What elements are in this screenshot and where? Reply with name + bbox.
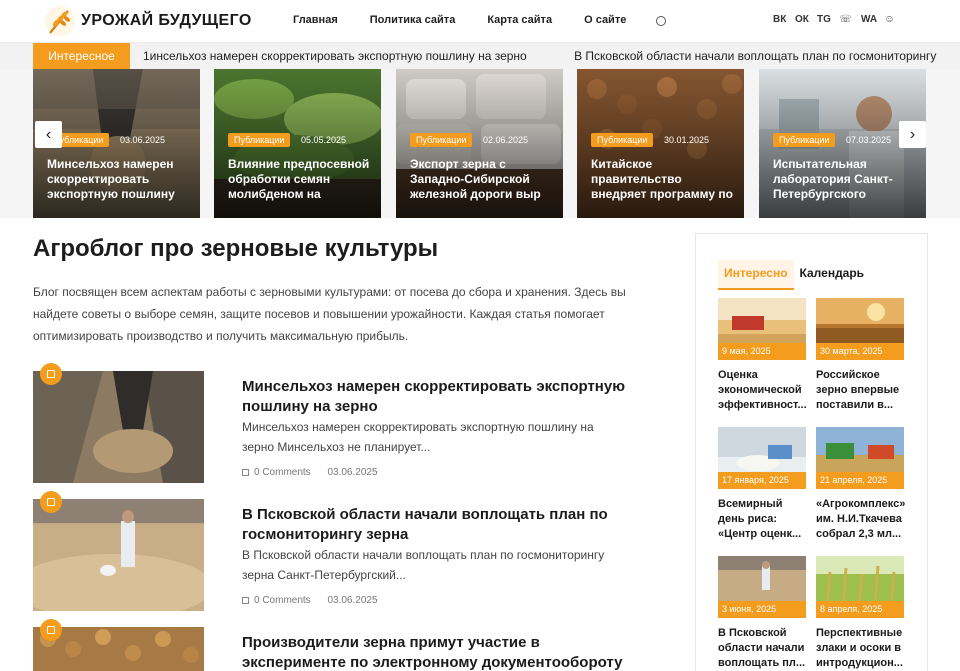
slide-card[interactable]: Публикации 02.06.2025 Экспорт зерна с За… (396, 69, 563, 218)
post-meta: 0 Comments 03.06.2025 (242, 467, 378, 478)
ticker-item[interactable]: 1инсельхоз намерен скорректировать экспо… (143, 49, 527, 63)
viber-icon[interactable]: ☏ (839, 14, 852, 25)
slide-date: 05.05.2025 (301, 135, 347, 145)
post-excerpt: В Псковской области начали воплощать пла… (242, 548, 605, 582)
slide-title[interactable]: Китайское правительство внедряет програм… (591, 157, 736, 202)
slide-category[interactable]: Публикации (410, 133, 473, 147)
tab-interesting[interactable]: Интересно (718, 260, 794, 290)
slide-title[interactable]: Экспорт зерна с Западно-Сибирской железн… (410, 157, 555, 202)
card-title[interactable]: Российское зерно впервые поставили в... (816, 368, 906, 413)
sidebar-tabs: Интересно Календарь (718, 260, 870, 290)
card-title[interactable]: В Псковской области начали воплощать пл.… (718, 626, 808, 671)
card-title[interactable]: «Агрокомплекс» им. Н.И.Ткачева собрал 2,… (816, 497, 906, 542)
slide-card[interactable]: Публикации 30.01.2025 Китайское правител… (577, 69, 744, 218)
social-links: ВК ОК TG ☏ WA ☺ (773, 14, 896, 25)
news-ticker: Интересное 1инсельхоз намерен скорректир… (0, 43, 960, 69)
card-date: 3 июня, 2025 (718, 601, 806, 618)
comment-icon (242, 597, 249, 604)
post-date: 03.06.2025 (327, 595, 378, 606)
nav-item-policy[interactable]: Политика сайта (370, 14, 456, 26)
vk-icon[interactable]: ВК (773, 14, 786, 25)
slide-category[interactable]: Публикации (773, 133, 836, 147)
card-date: 8 апреля, 2025 (816, 601, 904, 618)
site-name: УРОЖАЙ БУДУЩЕГО (81, 12, 252, 29)
post-format-icon (40, 619, 62, 641)
search-icon[interactable] (656, 16, 667, 26)
slide-category[interactable]: Публикации (591, 133, 654, 147)
nav-item-home[interactable]: Главная (293, 14, 338, 26)
ticker-label: Интересное (33, 43, 130, 69)
card-title[interactable]: Оценка экономической эффективност... (718, 368, 808, 413)
post-thumbnail[interactable] (33, 371, 204, 483)
post-excerpt: Минсельхоз намерен скорректировать экспо… (242, 420, 594, 454)
slide-category[interactable]: Публикации (228, 133, 291, 147)
odnoklassniki-icon[interactable]: ОК (795, 14, 809, 25)
page-intro: Блог посвящен всем аспектам работы с зер… (33, 285, 626, 343)
post-format-icon (40, 363, 62, 385)
wheat-logo-icon (45, 6, 75, 36)
slide-title[interactable]: Испытательная лаборатория Санкт-Петербур… (773, 157, 918, 202)
slide-date: 02.06.2025 (483, 135, 529, 145)
tab-calendar[interactable]: Календарь (794, 260, 871, 290)
card-date: 17 января, 2025 (718, 472, 806, 489)
post-comments[interactable]: 0 Comments (254, 595, 311, 606)
slide-date: 07.03.2025 (846, 135, 892, 145)
site-logo[interactable]: УРОЖАЙ БУДУЩЕГО (44, 5, 252, 37)
featured-slider: Публикации 03.06.2025 Минсельхоз намерен… (0, 69, 960, 218)
nav-item-sitemap[interactable]: Карта сайта (487, 14, 552, 26)
slide-date: 30.01.2025 (664, 135, 710, 145)
post-title[interactable]: Производители зерна примут участие в экс… (242, 633, 642, 671)
page-title: Агроблог про зерновые культуры (33, 235, 439, 262)
ticker-item[interactable]: В Псковской области начали воплощать пла… (574, 49, 936, 63)
whatsapp-icon[interactable]: WA (861, 14, 877, 25)
slide-title[interactable]: Влияние предпосевной обработки семян мол… (228, 157, 373, 202)
comment-icon (242, 469, 249, 476)
card-date: 21 апреля, 2025 (816, 472, 904, 489)
post-comments[interactable]: 0 Comments (254, 467, 311, 478)
post-title[interactable]: В Псковской области начали воплощать пла… (242, 505, 642, 545)
yandex-zen-icon[interactable]: ☺ (883, 14, 896, 25)
main-nav: Главная Политика сайта Карта сайта О сай… (293, 14, 698, 26)
ticker-items: 1инсельхоз намерен скорректировать экспо… (143, 43, 960, 69)
post-meta: 0 Comments 03.06.2025 (242, 595, 378, 606)
nav-item-about[interactable]: О сайте (584, 14, 626, 26)
post-thumbnail[interactable] (33, 499, 204, 611)
card-title[interactable]: Перспективные злаки и осоки в интродукци… (816, 626, 906, 671)
slide-card[interactable]: Публикации 05.05.2025 Влияние предпосевн… (214, 69, 381, 218)
site-header: УРОЖАЙ БУДУЩЕГО Главная Политика сайта К… (0, 0, 960, 43)
telegram-icon[interactable]: TG (817, 14, 831, 25)
card-date: 9 мая, 2025 (718, 343, 806, 360)
slider-next-button[interactable]: › (899, 121, 926, 148)
post-format-icon (40, 491, 62, 513)
post-title[interactable]: Минсельхоз намерен скорректировать экспо… (242, 377, 642, 417)
slide-date: 03.06.2025 (120, 135, 166, 145)
card-date: 30 марта, 2025 (816, 343, 904, 360)
card-title[interactable]: Всемирный день риса: «Центр оценк... (718, 497, 808, 542)
sidebar-widget: Интересно Календарь 9 мая, 2025 Оценка э… (695, 233, 928, 671)
slider-prev-button[interactable]: ‹ (35, 121, 62, 148)
slide-title[interactable]: Минсельхоз намерен скорректировать экспо… (47, 157, 192, 202)
post-date: 03.06.2025 (327, 467, 378, 478)
